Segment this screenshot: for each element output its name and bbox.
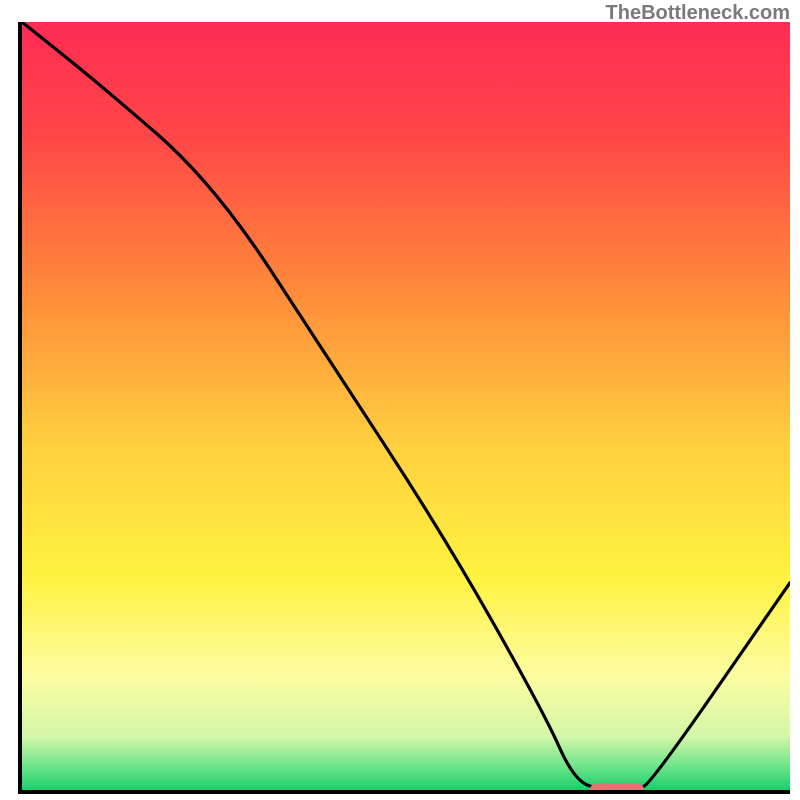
- chart-line-curve: [22, 22, 790, 790]
- optimum-marker: [590, 783, 644, 794]
- chart-plot-area: [18, 22, 790, 794]
- watermark-text: TheBottleneck.com: [606, 2, 790, 25]
